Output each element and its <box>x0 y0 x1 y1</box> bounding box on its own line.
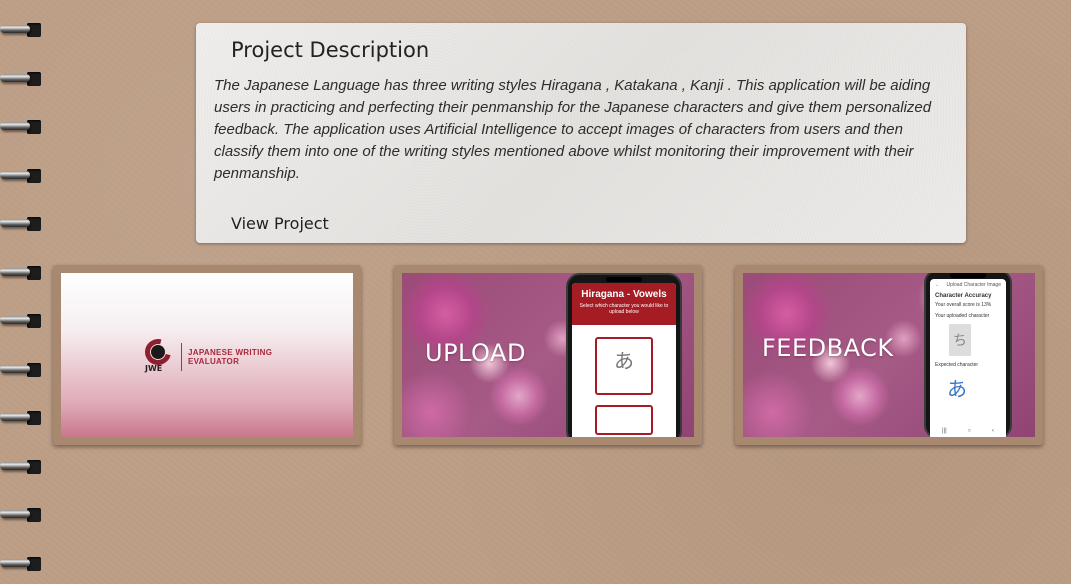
back-arrow-icon: ← <box>935 282 940 288</box>
expected-character: あ <box>947 377 967 401</box>
binding-ring <box>0 361 44 379</box>
kana-tile: あ <box>595 337 653 395</box>
project-description-card: Project Description The Japanese Languag… <box>196 23 966 243</box>
upload-image: UPLOAD Hiragana - Vowels Select which ch… <box>402 273 694 437</box>
project-description-text: The Japanese Language has three writing … <box>214 77 932 182</box>
binding-ring <box>0 409 44 427</box>
binding-ring <box>0 555 44 573</box>
feedback-label: FEEDBACK <box>762 334 894 362</box>
binding-ring <box>0 118 44 136</box>
feedback-image: FEEDBACK ← Upload Character Image Charact… <box>743 273 1035 437</box>
view-project-button[interactable]: View Project <box>223 210 337 237</box>
logo-text: JAPANESE WRITING EVALUATOR <box>188 348 272 366</box>
logo-text-line2: EVALUATOR <box>188 357 240 366</box>
phone-upload-title: Hiragana - Vowels <box>581 289 667 300</box>
feedback-expected-label: Expected character <box>935 362 979 368</box>
logo-text-line1: JAPANESE WRITING <box>188 348 273 357</box>
jwe-logo-icon: JWE <box>140 334 176 375</box>
uploaded-character-image: ち <box>949 324 971 356</box>
phone-mockup-feedback: ← Upload Character Image Character Accura… <box>924 273 1012 437</box>
binding-ring <box>0 167 44 185</box>
binding-ring <box>0 21 44 39</box>
jwe-logo: JWE JAPANESE WRITING EVALUATOR <box>140 334 272 375</box>
spiral-binding <box>0 0 46 584</box>
gallery-card-upload[interactable]: UPLOAD Hiragana - Vowels Select which ch… <box>394 265 702 445</box>
project-description-title: Project Description <box>231 38 430 62</box>
feedback-heading: Character Accuracy <box>935 293 992 299</box>
upload-label: UPLOAD <box>425 339 526 367</box>
kana-tile-next <box>595 405 653 435</box>
binding-ring <box>0 70 44 88</box>
binding-ring <box>0 312 44 330</box>
logo-divider <box>181 343 182 371</box>
logo-image: JWE JAPANESE WRITING EVALUATOR <box>61 273 353 437</box>
logo-mark-text: JWE <box>145 364 163 373</box>
feedback-score: Your overall score is 13% <box>935 302 992 308</box>
gallery-card-logo[interactable]: JWE JAPANESE WRITING EVALUATOR <box>53 265 361 445</box>
android-nav-bar: ||| ○ ‹ <box>942 428 994 434</box>
feedback-uploaded-label: Your uploaded character <box>935 313 990 319</box>
phone-mockup-upload: Hiragana - Vowels Select which character… <box>566 273 682 437</box>
binding-ring <box>0 506 44 524</box>
binding-ring <box>0 458 44 476</box>
binding-ring <box>0 264 44 282</box>
binding-ring <box>0 215 44 233</box>
feedback-screen-title: Upload Character Image <box>946 282 1001 288</box>
gallery-card-feedback[interactable]: FEEDBACK ← Upload Character Image Charact… <box>735 265 1043 445</box>
phone-upload-subtitle: Select which character you would like to… <box>579 303 669 315</box>
